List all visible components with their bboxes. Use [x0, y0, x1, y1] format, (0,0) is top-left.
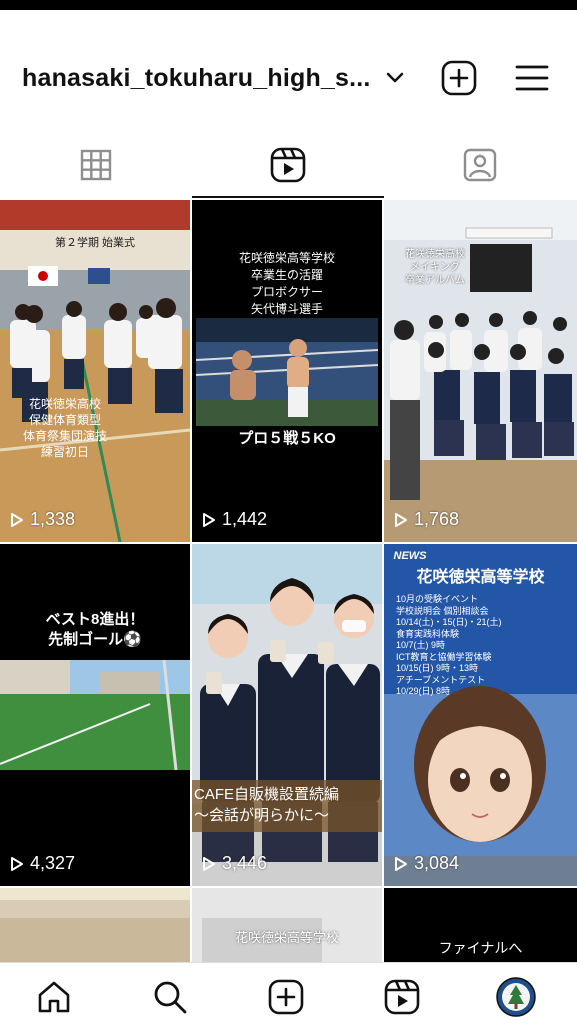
- view-count-value: 3,084: [414, 853, 460, 873]
- tile-caption: CAFE自販機設置続編 〜会話が明らかに〜: [194, 786, 340, 824]
- profile-header: hanasaki_tokuharu_high_s...: [0, 40, 577, 120]
- reel-tile-6[interactable]: NEWS 花咲徳栄高等学校 10月の受験イベント 学校説明会 個別相談会 10/…: [384, 544, 577, 886]
- view-count-value: 1,442: [222, 509, 268, 529]
- reel-tile-1[interactable]: 第２学期 始業式 花咲徳栄高校 保健体育類型 体育祭集団演技 練習初日 1,33…: [0, 200, 190, 542]
- tile-banner: 第２学期 始業式: [54, 237, 136, 249]
- tile-title: 花咲徳栄高等学校: [416, 569, 545, 586]
- nav-search[interactable]: [150, 977, 190, 1017]
- view-count-value: 3,446: [222, 853, 268, 873]
- reel-thumbnail: [0, 544, 190, 886]
- view-count: 1,768: [394, 509, 459, 530]
- tile-caption: 花咲徳栄高等学校 卒業生の活躍 プロボクサー 矢代博斗選手: [238, 251, 335, 316]
- play-icon: [11, 512, 23, 527]
- tagged-icon: [463, 148, 497, 182]
- home-icon: [38, 981, 70, 1013]
- nav-profile[interactable]: [496, 977, 536, 1017]
- profile-tabs: [0, 130, 577, 200]
- play-icon: [395, 856, 407, 871]
- tile-caption: 花咲徳栄高校 メイキング 卒業アルバム: [405, 249, 465, 286]
- view-count-value: 1,768: [414, 509, 460, 529]
- search-icon: [154, 981, 187, 1014]
- play-icon: [203, 512, 215, 527]
- username[interactable]: hanasaki_tokuharu_high_s...: [22, 64, 371, 93]
- reel-thumbnail: [0, 200, 190, 542]
- reel-thumbnail: [0, 888, 190, 962]
- menu-icon[interactable]: [515, 62, 549, 94]
- reel-tile-2[interactable]: 花咲徳栄高等学校 卒業生の活躍 プロボクサー 矢代博斗選手 プロ５戦５KO 1,…: [192, 200, 382, 542]
- reel-thumbnail: [192, 544, 382, 886]
- play-icon: [203, 856, 215, 871]
- status-bar: [0, 0, 577, 10]
- bottom-navigation: [0, 962, 577, 1025]
- grid-icon: [80, 149, 112, 181]
- nav-create[interactable]: [266, 977, 306, 1017]
- reels-grid: 第２学期 始業式 花咲徳栄高校 保健体育類型 体育祭集団演技 練習初日 1,33…: [0, 200, 577, 962]
- reel-tile-4[interactable]: ベスト8進出！ 先制ゴール⚽ 4,327: [0, 544, 190, 886]
- reel-tile-7[interactable]: [0, 888, 190, 962]
- reel-tile-3[interactable]: 花咲徳栄高校 メイキング 卒業アルバム 1,768: [384, 200, 577, 542]
- reel-tile-5[interactable]: CAFE自販機設置続編 〜会話が明らかに〜 3,446: [192, 544, 382, 886]
- nav-home[interactable]: [34, 977, 74, 1017]
- tab-reels[interactable]: [192, 130, 384, 200]
- reel-thumbnail: [192, 888, 382, 962]
- view-count: 3,446: [202, 853, 267, 874]
- tile-subcaption: プロ５戦５KO: [238, 430, 336, 447]
- view-count: 1,442: [202, 509, 267, 530]
- tile-caption: 花咲徳栄高校 保健体育類型 体育祭集団演技 練習初日: [22, 397, 107, 459]
- active-tab-indicator: [192, 196, 384, 198]
- reels-icon: [270, 147, 306, 183]
- view-count: 1,338: [10, 509, 75, 530]
- reel-tile-8[interactable]: 花咲徳栄高等学校: [192, 888, 382, 962]
- view-count-value: 1,338: [30, 509, 76, 529]
- view-count-value: 4,327: [30, 853, 76, 873]
- play-icon: [395, 512, 407, 527]
- view-count: 3,084: [394, 853, 459, 874]
- tab-grid[interactable]: [0, 130, 192, 200]
- tile-caption: ファイナルへ: [438, 940, 523, 956]
- add-icon[interactable]: [441, 60, 477, 96]
- chevron-down-icon[interactable]: [384, 66, 406, 88]
- tile-caption: 花咲徳栄高等学校: [234, 930, 339, 945]
- reel-tile-9[interactable]: ファイナルへ: [384, 888, 577, 962]
- view-count: 4,327: [10, 853, 75, 874]
- tab-tagged[interactable]: [384, 130, 576, 200]
- reels-icon: [384, 979, 420, 1015]
- create-icon: [268, 979, 304, 1015]
- tile-caption: ベスト8進出！ 先制ゴール⚽: [45, 611, 145, 648]
- tile-info: 10月の受験イベント 学校説明会 個別相談会 10/14(土)・15(日)・21…: [396, 594, 502, 696]
- tile-news: NEWS: [393, 550, 427, 562]
- nav-reels[interactable]: [382, 977, 422, 1017]
- play-icon: [11, 856, 23, 871]
- profile-avatar: [496, 977, 536, 1017]
